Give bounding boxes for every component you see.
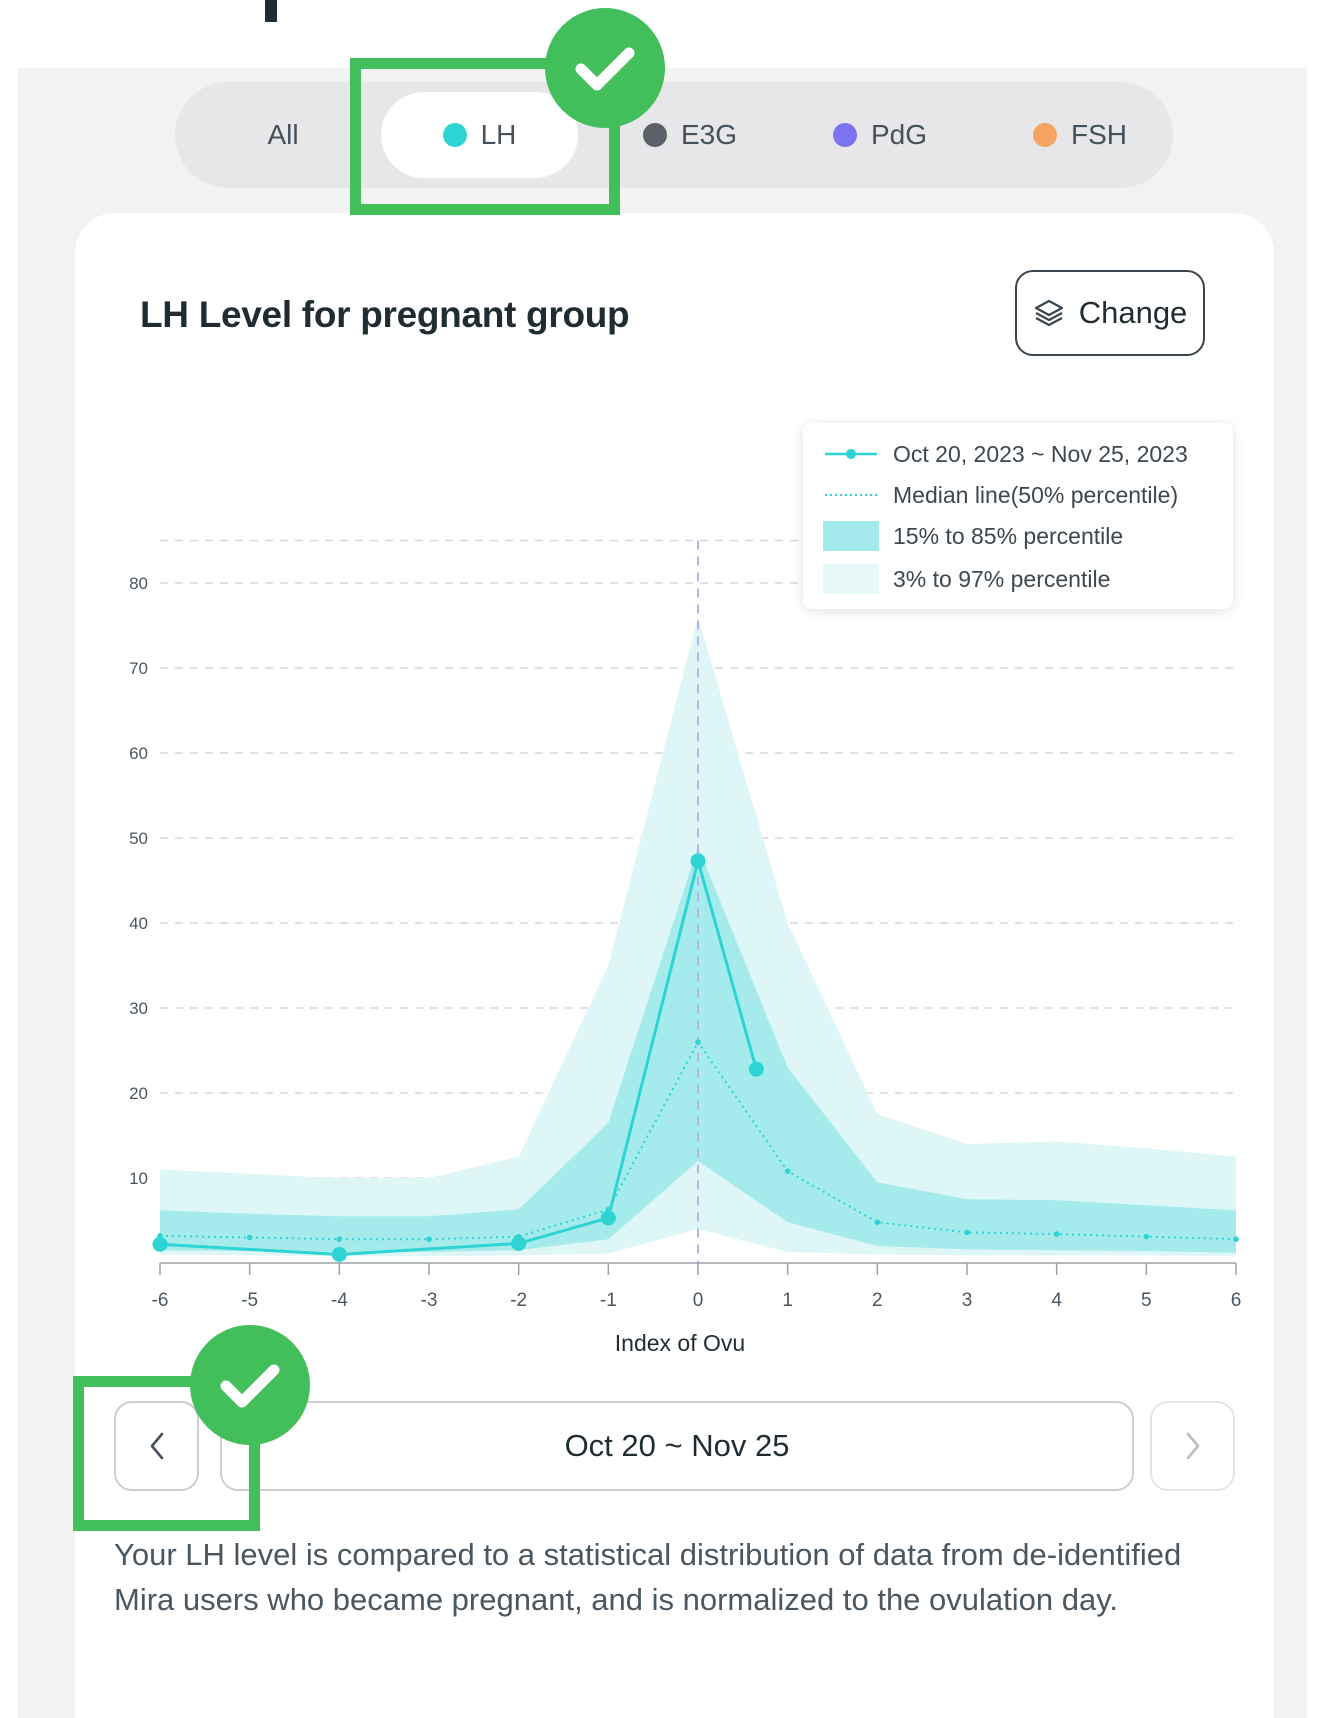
x-tick-label: 6 <box>1231 1290 1242 1311</box>
median-point <box>695 1039 701 1045</box>
legend-item-band-light: 3% to 97% percentile <box>823 564 1110 594</box>
x-tick-label: 4 <box>1051 1290 1062 1311</box>
x-tick-label: 0 <box>693 1290 704 1311</box>
period-range-display[interactable]: Oct 20 ~ Nov 25 <box>220 1401 1134 1491</box>
median-point <box>336 1236 343 1242</box>
median-point <box>874 1219 881 1225</box>
line-dot-swatch <box>823 439 879 469</box>
x-tick-label: -4 <box>331 1290 348 1311</box>
y-tick-label: 20 <box>129 1084 148 1103</box>
legend-label: 3% to 97% percentile <box>893 565 1111 592</box>
x-tick-label: 2 <box>872 1290 883 1311</box>
x-tick-label: 5 <box>1141 1290 1152 1311</box>
y-tick-label: 10 <box>129 1169 148 1188</box>
y-tick-label: 40 <box>129 914 148 933</box>
legend-label: 15% to 85% percentile <box>893 522 1124 549</box>
median-point <box>1053 1231 1060 1237</box>
legend-item-median: Median line(50% percentile) <box>823 480 1178 510</box>
user-lh-point <box>511 1235 527 1251</box>
y-tick-label: 30 <box>129 999 148 1018</box>
user-lh-point <box>152 1236 168 1252</box>
median-point <box>426 1236 432 1242</box>
median-point <box>784 1168 791 1174</box>
median-point <box>964 1229 970 1236</box>
chevron-right-icon <box>1186 1432 1199 1460</box>
user-lh-point <box>331 1247 347 1262</box>
x-tick-label: 3 <box>962 1290 973 1311</box>
band-dark-swatch <box>823 521 879 551</box>
y-tick-label: 70 <box>129 659 148 678</box>
y-tick-label: 50 <box>129 829 148 848</box>
x-tick-label: -2 <box>510 1290 527 1311</box>
median-point <box>246 1234 253 1241</box>
chart-description: Your LH level is compared to a statistic… <box>114 1537 1182 1617</box>
user-lh-point <box>690 853 706 869</box>
x-axis-label: Index of Ovu <box>615 1330 745 1356</box>
y-tick-label: 60 <box>129 744 148 763</box>
legend-item-series: Oct 20, 2023 ~ Nov 25, 2023 <box>823 439 1188 469</box>
dotted-line-swatch <box>823 480 879 510</box>
y-tick-label: 80 <box>129 574 148 593</box>
x-tick-label: -3 <box>421 1290 438 1311</box>
user-lh-point <box>748 1061 764 1077</box>
band-light-swatch <box>823 564 879 594</box>
checkmark-icon <box>545 8 665 128</box>
x-tick-label: 1 <box>782 1290 793 1311</box>
user-lh-point <box>600 1210 616 1226</box>
chart-legend: Oct 20, 2023 ~ Nov 25, 2023 Median line(… <box>803 423 1233 609</box>
median-point <box>1143 1233 1150 1240</box>
legend-label: Oct 20, 2023 ~ Nov 25, 2023 <box>893 440 1188 467</box>
median-point <box>1233 1236 1239 1242</box>
legend-item-band-dark: 15% to 85% percentile <box>823 521 1123 551</box>
x-tick-label: -1 <box>600 1290 617 1311</box>
x-tick-label: -6 <box>152 1290 169 1311</box>
next-period-button[interactable] <box>1150 1401 1235 1491</box>
checkmark-icon <box>190 1325 310 1445</box>
legend-label: Median line(50% percentile) <box>893 481 1179 508</box>
x-tick-label: -5 <box>241 1290 258 1311</box>
period-range-label: Oct 20 ~ Nov 25 <box>564 1428 790 1463</box>
